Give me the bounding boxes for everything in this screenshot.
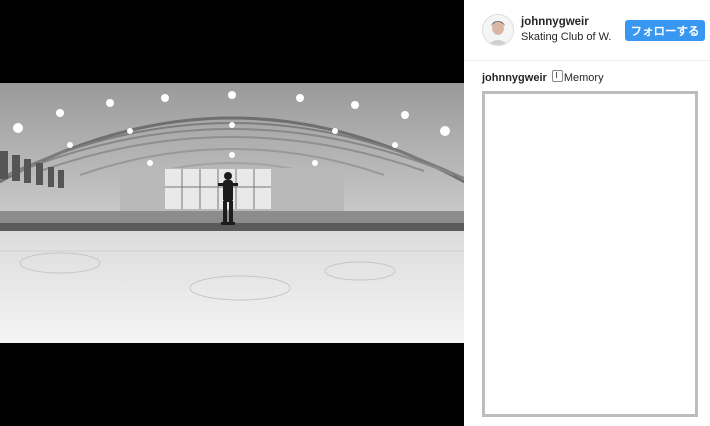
location-link[interactable]: Skating Club of W. — [521, 31, 612, 43]
follow-button[interactable]: フォローする — [625, 20, 705, 41]
music-note-icon — [551, 70, 563, 82]
caption-text: Memory — [563, 72, 604, 84]
username-link[interactable]: johnnygweir — [521, 16, 589, 28]
post-media[interactable] — [0, 0, 464, 426]
comments-panel[interactable] — [482, 91, 698, 417]
post-header: johnnygweir Skating Club of W. フォローする — [464, 0, 710, 61]
caption-username[interactable]: johnnygweir — [482, 72, 547, 84]
post-sidebar: johnnygweir Skating Club of W. フォローする jo… — [464, 0, 710, 426]
avatar[interactable] — [482, 14, 514, 46]
post-caption: johnnygweir Memory — [482, 70, 604, 84]
ice-rink-photo — [0, 83, 464, 343]
